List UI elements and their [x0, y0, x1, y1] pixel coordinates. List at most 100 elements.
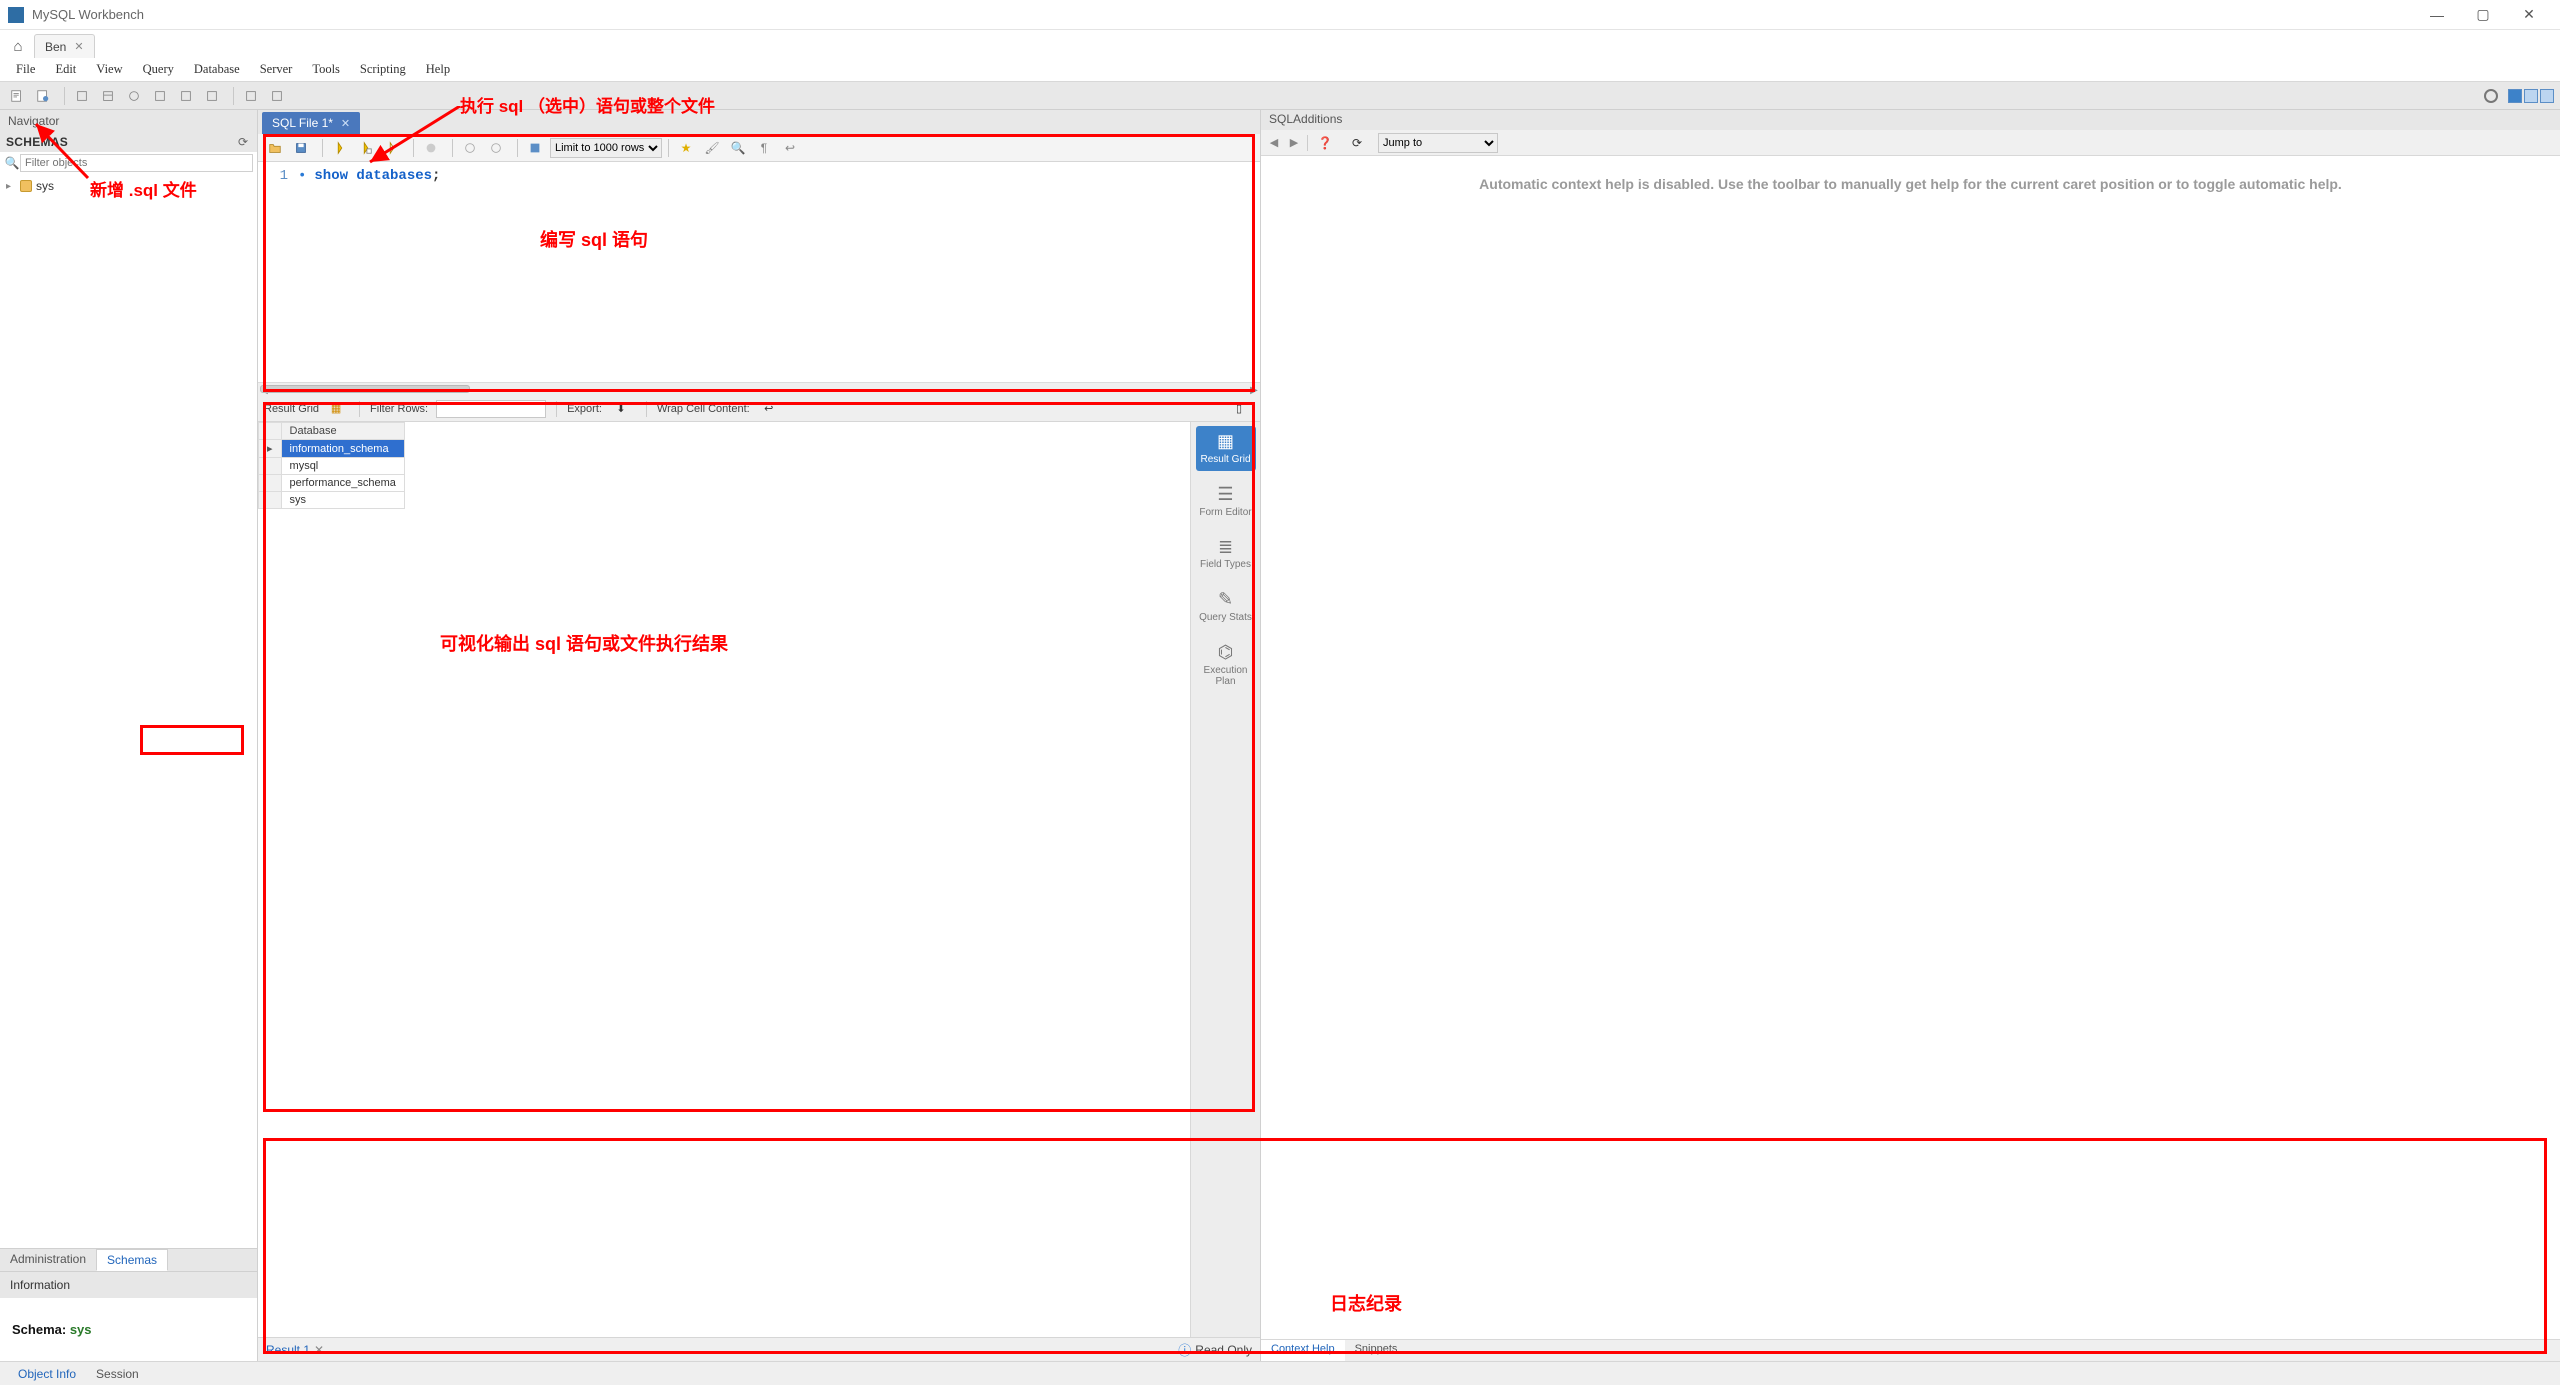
toggle-wrap-button[interactable]: ↩: [779, 137, 801, 159]
filter-rows-input[interactable]: [436, 400, 546, 418]
toggle-right-panel[interactable]: [2540, 89, 2554, 103]
schema-caption: Schema:: [12, 1322, 66, 1337]
side-tool-query-stats[interactable]: ✎Query Stats: [1196, 584, 1256, 629]
explain-button[interactable]: [381, 137, 403, 159]
auto-help-icon[interactable]: ⟳: [1346, 132, 1368, 154]
sql-file-tab[interactable]: SQL File 1* ✕: [262, 112, 360, 134]
result-side-tools: ▦Result Grid ☰Form Editor ≣Field Types ✎…: [1190, 422, 1260, 1337]
editor-toolbar: Limit to 1000 rows ★ 🖌 🔍 ¶ ↩: [258, 134, 1260, 162]
tb-btn-9[interactable]: [240, 85, 262, 107]
menu-edit[interactable]: Edit: [45, 58, 86, 81]
minimize-button[interactable]: —: [2414, 0, 2460, 30]
maximize-button[interactable]: ▢: [2460, 0, 2506, 30]
toggle-bottom-panel[interactable]: [2524, 89, 2538, 103]
tb-btn-5[interactable]: [123, 85, 145, 107]
close-tab-icon[interactable]: ✕: [74, 40, 83, 53]
connection-tabs: ⌂ Ben ✕: [0, 30, 2560, 58]
side-tool-exec-plan[interactable]: ⌬Execution Plan: [1196, 637, 1256, 693]
wrap-label: Wrap Cell Content:: [657, 403, 750, 415]
tab-session[interactable]: Session: [86, 1364, 149, 1384]
sql-editor[interactable]: 1 • show databases;: [258, 162, 1260, 382]
statement-marker-icon: •: [298, 168, 314, 184]
wrap-toggle-button[interactable]: ↩: [758, 398, 780, 420]
schema-tree[interactable]: ▸ sys: [0, 174, 257, 1248]
editor-hscroll[interactable]: ◀▶: [258, 382, 1260, 396]
result-row[interactable]: mysql: [259, 458, 405, 475]
tab-schemas[interactable]: Schemas: [96, 1249, 168, 1271]
tab-context-help[interactable]: Context Help: [1261, 1340, 1345, 1361]
menu-file[interactable]: File: [6, 58, 45, 81]
execute-current-button[interactable]: [355, 137, 377, 159]
nav-fwd-icon[interactable]: ▶: [1287, 136, 1301, 149]
refresh-schemas-icon[interactable]: ⟳: [235, 134, 251, 150]
menu-tools[interactable]: Tools: [302, 58, 350, 81]
limit-rows-select[interactable]: Limit to 1000 rows: [550, 138, 662, 158]
toggle-left-panel[interactable]: [2508, 89, 2522, 103]
title-bar: MySQL Workbench — ▢ ✕: [0, 0, 2560, 30]
connection-tab[interactable]: Ben ✕: [34, 34, 95, 58]
tab-snippets[interactable]: Snippets: [1345, 1340, 1408, 1361]
result-row[interactable]: information_schema: [259, 440, 405, 458]
side-tool-field-types[interactable]: ≣Field Types: [1196, 532, 1256, 577]
execute-all-button[interactable]: [329, 137, 351, 159]
result-footer: Result 1 ✕ ⓘRead Only: [258, 1337, 1260, 1361]
side-tool-result-grid[interactable]: ▦Result Grid: [1196, 426, 1256, 471]
tab-administration[interactable]: Administration: [0, 1249, 96, 1271]
side-tool-form-editor[interactable]: ☰Form Editor: [1196, 479, 1256, 524]
result-row[interactable]: sys: [259, 492, 405, 509]
tb-btn-7[interactable]: [175, 85, 197, 107]
result-grid[interactable]: Database information_schema mysql perfor…: [258, 422, 1190, 1337]
tb-btn-6[interactable]: [149, 85, 171, 107]
toggle-autocommit-button[interactable]: [524, 137, 546, 159]
sql-file-tab-label: SQL File 1*: [272, 116, 333, 130]
menu-help[interactable]: Help: [416, 58, 460, 81]
result-columns-toggle[interactable]: ▯: [1228, 398, 1250, 420]
schema-label: sys: [36, 179, 54, 193]
menu-view[interactable]: View: [86, 58, 132, 81]
line-number: 1: [258, 168, 298, 184]
toggle-invisible-button[interactable]: ¶: [753, 137, 775, 159]
menu-query[interactable]: Query: [133, 58, 184, 81]
tree-expand-icon[interactable]: ▸: [6, 181, 16, 192]
menu-server[interactable]: Server: [250, 58, 303, 81]
sql-code-line[interactable]: show databases;: [314, 168, 440, 184]
result-tab[interactable]: Result 1: [266, 1343, 310, 1357]
close-sql-tab-icon[interactable]: ✕: [341, 117, 350, 130]
schema-info: Schema: sys: [0, 1298, 257, 1361]
help-icon[interactable]: ❓: [1314, 132, 1336, 154]
nav-back-icon[interactable]: ◀: [1267, 136, 1281, 149]
beautify-button[interactable]: ★: [675, 137, 697, 159]
column-header[interactable]: Database: [281, 423, 404, 440]
export-button[interactable]: ⬇: [610, 398, 632, 420]
find-button[interactable]: 🖌: [701, 137, 723, 159]
schema-node-sys[interactable]: ▸ sys: [6, 178, 251, 194]
tb-btn-4[interactable]: [97, 85, 119, 107]
close-result-tab-icon[interactable]: ✕: [314, 1343, 324, 1357]
result-row[interactable]: performance_schema: [259, 475, 405, 492]
tb-btn-8[interactable]: [201, 85, 223, 107]
menu-scripting[interactable]: Scripting: [350, 58, 416, 81]
new-model-button[interactable]: [32, 85, 54, 107]
new-sql-tab-button[interactable]: [6, 85, 28, 107]
save-file-button[interactable]: [290, 137, 312, 159]
commit-button[interactable]: [459, 137, 481, 159]
tab-object-info[interactable]: Object Info: [8, 1364, 86, 1384]
search-button[interactable]: 🔍: [727, 137, 749, 159]
tb-btn-10[interactable]: [266, 85, 288, 107]
jump-to-select[interactable]: Jump to: [1378, 133, 1498, 153]
close-button[interactable]: ✕: [2506, 0, 2552, 30]
info-icon: ⓘ: [1178, 1340, 1191, 1359]
tb-btn-3[interactable]: [71, 85, 93, 107]
stop-button[interactable]: [420, 137, 442, 159]
menu-database[interactable]: Database: [184, 58, 250, 81]
rollback-button[interactable]: [485, 137, 507, 159]
home-icon[interactable]: ⌂: [6, 34, 30, 58]
schemas-header: SCHEMAS: [6, 135, 68, 149]
read-only-indicator: ⓘRead Only: [1178, 1340, 1252, 1359]
window-title: MySQL Workbench: [32, 7, 144, 22]
open-file-button[interactable]: [264, 137, 286, 159]
layout-toggle: [2484, 89, 2554, 103]
filter-objects-input[interactable]: [20, 154, 253, 172]
menu-bar: File Edit View Query Database Server Too…: [0, 58, 2560, 82]
result-grid-icon[interactable]: ▦: [327, 398, 345, 420]
